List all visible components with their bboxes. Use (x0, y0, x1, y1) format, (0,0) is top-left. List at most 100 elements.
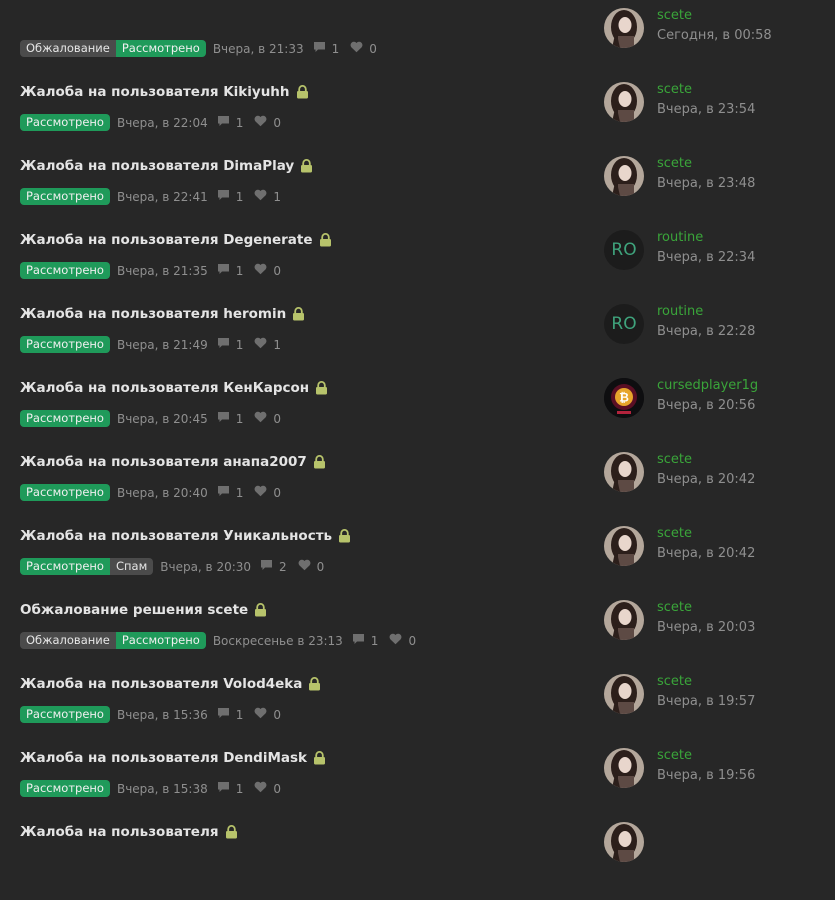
thread-row[interactable]: Жалоба на пользователя heromin Рассмотрен… (0, 304, 835, 382)
thread-date[interactable]: Воскресенье в 23:13 (213, 634, 343, 648)
avatar[interactable] (604, 674, 644, 714)
thread-row[interactable]: Жалоба на пользователя анапа2007 Рассмотр… (0, 452, 835, 530)
avatar[interactable] (604, 526, 644, 566)
thread-date[interactable]: Вчера, в 15:36 (117, 708, 208, 722)
status-tag[interactable]: Рассмотрено (20, 484, 110, 501)
last-poster-name[interactable]: scete (657, 748, 692, 763)
tag-group: Рассмотрено (20, 706, 110, 723)
thread-date[interactable]: Вчера, в 20:30 (160, 560, 251, 574)
last-poster-name[interactable]: routine (657, 304, 703, 319)
status-tag[interactable]: Рассмотрено (115, 632, 206, 649)
avatar[interactable] (604, 452, 644, 492)
thread-row[interactable]: Жалоба на пользователя DimaPlay Рассмотре… (0, 156, 835, 234)
lock-icon (308, 677, 321, 691)
heart-icon (254, 189, 273, 204)
thread-date[interactable]: Вчера, в 22:04 (117, 116, 208, 130)
status-tag[interactable]: Обжалование (20, 632, 116, 649)
thread-title[interactable]: Жалоба на пользователя Уникальность (20, 528, 351, 544)
thread-row[interactable]: Жалоба на пользователя КенКарсон Рассмотр… (0, 378, 835, 456)
thread-date[interactable]: Вчера, в 21:49 (117, 338, 208, 352)
thread-meta: Обжалование Рассмотрено Вчера, в 21:33 1 0 (20, 40, 377, 57)
last-poster-name[interactable]: scete (657, 82, 692, 97)
avatar[interactable]: RO (604, 304, 644, 344)
thread-title[interactable]: Жалоба на пользователя Volod4eka (20, 676, 321, 692)
status-tag[interactable]: Спам (109, 558, 154, 575)
last-post-date[interactable]: Вчера, в 23:54 (657, 102, 755, 117)
status-tag[interactable]: Рассмотрено (20, 336, 110, 353)
last-poster-name[interactable]: cursedplayer1g (657, 378, 758, 393)
heart-icon (254, 263, 273, 278)
thread-title[interactable]: Жалоба на пользователя DimaPlay (20, 158, 313, 174)
reply-count: 1 (217, 263, 243, 278)
thread-title[interactable]: Жалоба на пользователя heromin (20, 306, 305, 322)
thread-title[interactable]: Жалоба на пользователя Degenerate (20, 232, 332, 248)
last-poster-name[interactable]: scete (657, 156, 692, 171)
reply-count: 1 (217, 189, 243, 204)
thread-date[interactable]: Вчера, в 21:33 (213, 42, 304, 56)
avatar[interactable] (604, 600, 644, 640)
status-tag[interactable]: Рассмотрено (115, 40, 206, 57)
thread-title[interactable]: Жалоба на пользователя Kikiyuhh (20, 84, 309, 100)
lock-icon (313, 455, 326, 469)
thread-date[interactable]: Вчера, в 22:41 (117, 190, 208, 204)
last-post-date[interactable]: Вчера, в 22:28 (657, 324, 755, 339)
reply-count: 1 (313, 41, 339, 56)
last-post-date[interactable]: Вчера, в 20:56 (657, 398, 755, 413)
lock-icon (296, 85, 309, 99)
last-post-date[interactable]: Вчера, в 23:48 (657, 176, 755, 191)
last-post-date[interactable]: Вчера, в 20:42 (657, 546, 755, 561)
lock-icon (338, 529, 351, 543)
avatar[interactable] (604, 8, 644, 48)
thread-title[interactable]: Обжалование решения scete (20, 602, 267, 618)
last-poster-name[interactable]: scete (657, 8, 692, 23)
thread-date[interactable]: Вчера, в 21:35 (117, 264, 208, 278)
status-tag[interactable]: Рассмотрено (20, 262, 110, 279)
thread-row[interactable]: Жалоба на пользователя Уникальность Рассм… (0, 526, 835, 604)
thread-row[interactable]: Жалоба на пользователя Volod4eka Рассмотр… (0, 674, 835, 752)
last-post-date[interactable]: Вчера, в 20:03 (657, 620, 755, 635)
last-post-date[interactable]: Вчера, в 19:56 (657, 768, 755, 783)
thread-date[interactable]: Вчера, в 20:45 (117, 412, 208, 426)
avatar[interactable] (604, 822, 644, 862)
last-poster-name[interactable]: scete (657, 674, 692, 689)
last-post-date[interactable]: Вчера, в 19:57 (657, 694, 755, 709)
last-post-date[interactable]: Вчера, в 20:42 (657, 472, 755, 487)
last-poster-name[interactable]: scete (657, 526, 692, 541)
avatar[interactable] (604, 82, 644, 122)
thread-row[interactable]: Жалоба на пользователя DendiMask Рассмотр… (0, 748, 835, 826)
thread-title[interactable]: Жалоба на пользователя DendiMask (20, 750, 326, 766)
thread-row[interactable]: Жалоба на пользователя Degenerate Рассмот… (0, 230, 835, 308)
avatar[interactable] (604, 156, 644, 196)
last-poster-name[interactable]: scete (657, 600, 692, 615)
heart-icon (254, 337, 273, 352)
thread-row[interactable]: Жалоба на пользователя Kikiyuhh Рассмотре… (0, 82, 835, 160)
heart-icon (254, 781, 273, 796)
status-tag[interactable]: Рассмотрено (20, 706, 110, 723)
thread-row[interactable]: Обжалование Рассмотрено Вчера, в 21:33 1 0 sc… (0, 8, 835, 86)
thread-title[interactable]: Жалоба на пользователя КенКарсон (20, 380, 328, 396)
thread-title[interactable]: Жалоба на пользователя анапа2007 (20, 454, 326, 470)
lock-icon (300, 159, 313, 173)
status-tag[interactable]: Рассмотрено (20, 558, 110, 575)
thread-date[interactable]: Вчера, в 20:40 (117, 486, 208, 500)
lock-icon (225, 825, 238, 839)
avatar[interactable]: ₿ (604, 378, 644, 418)
last-poster-name[interactable]: scete (657, 452, 692, 467)
thread-row[interactable]: Жалоба на пользователя (0, 822, 835, 900)
avatar[interactable]: RO (604, 230, 644, 270)
status-tag[interactable]: Обжалование (20, 40, 116, 57)
status-tag[interactable]: Рассмотрено (20, 780, 110, 797)
like-count: 0 (350, 41, 377, 56)
status-tag[interactable]: Рассмотрено (20, 114, 110, 131)
thread-date[interactable]: Вчера, в 15:38 (117, 782, 208, 796)
thread-meta: Рассмотрено Вчера, в 21:35 1 0 (20, 262, 281, 279)
like-count: 1 (254, 337, 281, 352)
last-poster-name[interactable]: routine (657, 230, 703, 245)
thread-title[interactable]: Жалоба на пользователя (20, 824, 238, 840)
status-tag[interactable]: Рассмотрено (20, 188, 110, 205)
last-post-date[interactable]: Сегодня, в 00:58 (657, 28, 772, 43)
last-post-date[interactable]: Вчера, в 22:34 (657, 250, 755, 265)
thread-row[interactable]: Обжалование решения scete Обжалование Расс… (0, 600, 835, 678)
avatar[interactable] (604, 748, 644, 788)
status-tag[interactable]: Рассмотрено (20, 410, 110, 427)
